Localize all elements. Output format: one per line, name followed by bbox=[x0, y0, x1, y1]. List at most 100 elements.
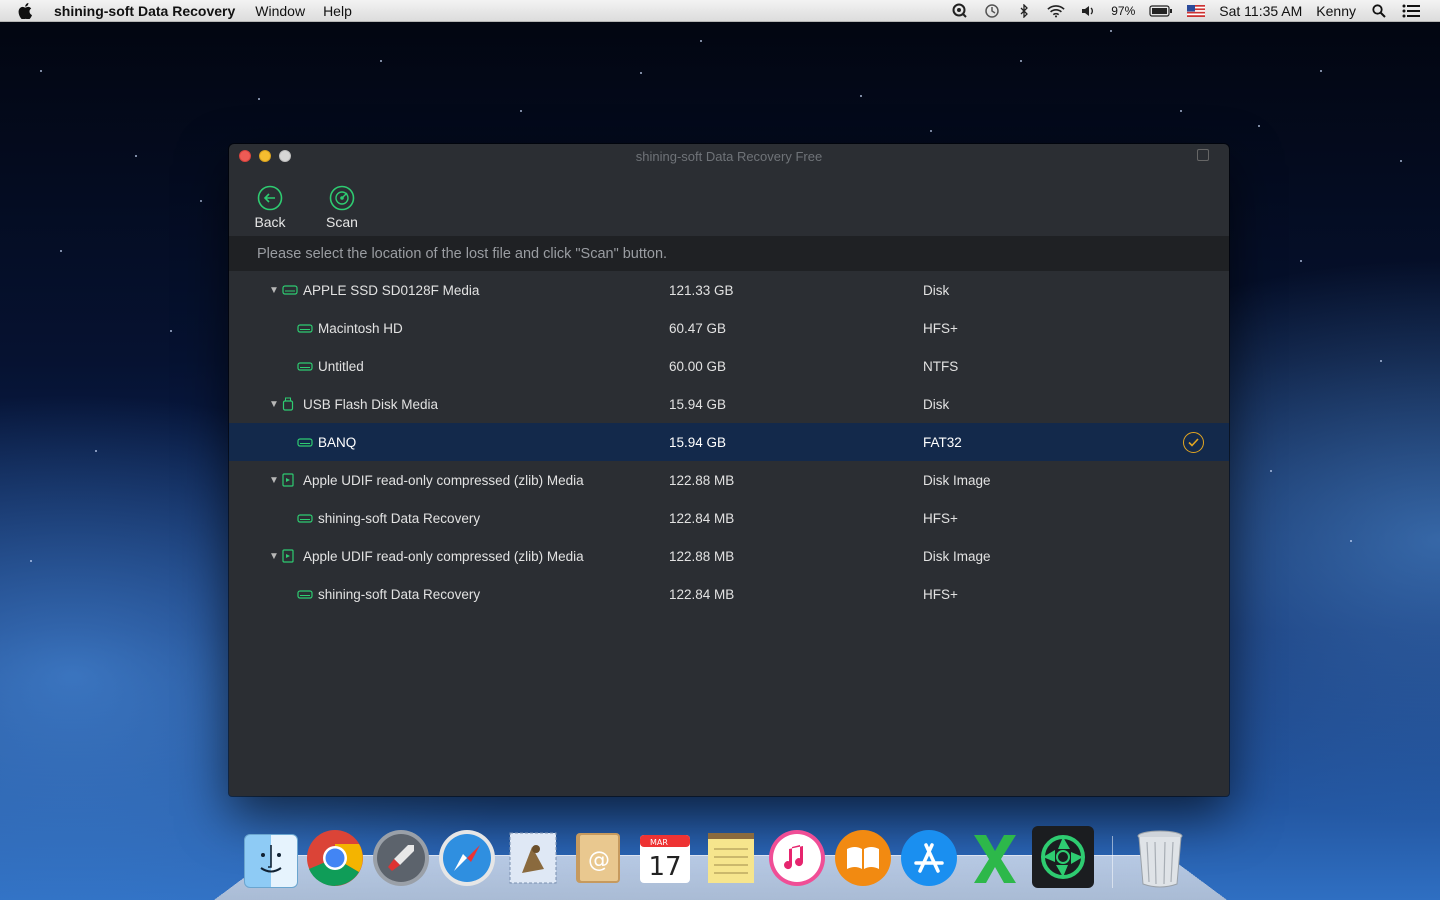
notes-icon[interactable] bbox=[702, 828, 760, 888]
device-type: Disk Image bbox=[923, 472, 991, 488]
battery-icon[interactable] bbox=[1149, 4, 1173, 18]
disclosure-triangle-icon[interactable]: ▼ bbox=[269, 285, 279, 296]
window-title: shining-soft Data Recovery Free bbox=[635, 148, 823, 164]
device-name-cell: ▼ Apple UDIF read-only compressed (zlib) … bbox=[229, 549, 669, 564]
zoom-button[interactable] bbox=[279, 150, 291, 162]
scan-label: Scan bbox=[326, 214, 358, 230]
selected-check-icon[interactable] bbox=[1183, 432, 1204, 453]
minimize-button[interactable] bbox=[259, 150, 271, 162]
device-name: Macintosh HD bbox=[318, 320, 403, 336]
device-size: 60.47 GB bbox=[669, 320, 727, 336]
device-size: 122.84 MB bbox=[669, 586, 735, 602]
back-button[interactable]: Back bbox=[251, 185, 289, 230]
us-flag-icon[interactable] bbox=[1187, 4, 1206, 18]
trash-icon[interactable] bbox=[1131, 828, 1189, 888]
volume-icon bbox=[297, 360, 313, 372]
instruction-bar: Please select the location of the lost f… bbox=[229, 236, 1229, 271]
notification-center-icon[interactable] bbox=[1402, 4, 1420, 18]
device-row[interactable]: ▼ USB Flash Disk Media 15.94 GB Disk bbox=[229, 385, 1229, 423]
device-size: 122.88 MB bbox=[669, 548, 735, 564]
safari-icon[interactable] bbox=[438, 828, 496, 888]
device-row[interactable]: ▼ APPLE SSD SD0128F Media 121.33 GB Disk bbox=[229, 271, 1229, 309]
device-type: NTFS bbox=[923, 358, 959, 374]
device-name-cell: Untitled bbox=[229, 359, 669, 374]
internal-disk-icon bbox=[282, 284, 298, 296]
menu-clock[interactable]: Sat 11:35 AM bbox=[1219, 3, 1302, 19]
device-name-cell: shining-soft Data Recovery bbox=[229, 511, 669, 526]
volume-icon bbox=[297, 588, 313, 600]
menu-bar: shining-soft Data Recovery Window Help 9… bbox=[0, 0, 1440, 22]
device-size: 15.94 GB bbox=[669, 396, 727, 412]
excel-icon[interactable] bbox=[966, 828, 1024, 888]
window-controls bbox=[239, 150, 291, 162]
disk-image-icon bbox=[282, 549, 298, 563]
calendar-icon[interactable]: MAR 17 bbox=[636, 828, 694, 888]
disk-image-icon bbox=[282, 473, 298, 487]
device-type: Disk Image bbox=[923, 548, 991, 564]
device-name-cell: BANQ bbox=[229, 435, 669, 450]
device-name-cell: ▼ APPLE SSD SD0128F Media bbox=[229, 283, 669, 298]
disclosure-triangle-icon[interactable]: ▼ bbox=[269, 475, 279, 486]
device-size: 60.00 GB bbox=[669, 358, 727, 374]
device-row[interactable]: shining-soft Data Recovery 122.84 MB HFS+ bbox=[229, 499, 1229, 537]
disclosure-triangle-icon[interactable]: ▼ bbox=[269, 551, 279, 562]
scan-button[interactable]: Scan bbox=[323, 185, 361, 230]
device-name: USB Flash Disk Media bbox=[303, 396, 439, 412]
calendar-month: MAR bbox=[650, 838, 668, 847]
app-name-menu[interactable]: shining-soft Data Recovery bbox=[54, 3, 235, 19]
app-store-icon[interactable] bbox=[900, 828, 958, 888]
volume-icon[interactable] bbox=[1079, 4, 1097, 18]
fullscreen-button[interactable] bbox=[1197, 149, 1209, 161]
instruction-text: Please select the location of the lost f… bbox=[257, 245, 668, 262]
device-list: ▼ APPLE SSD SD0128F Media 121.33 GB Disk Mac… bbox=[229, 271, 1229, 613]
time-machine-icon[interactable] bbox=[983, 3, 1001, 18]
device-type: HFS+ bbox=[923, 320, 958, 336]
spotlight-search-icon[interactable] bbox=[1370, 3, 1388, 18]
contacts-icon[interactable]: @ bbox=[570, 828, 628, 888]
launchpad-icon[interactable] bbox=[372, 828, 430, 888]
disclosure-triangle-icon[interactable]: ▼ bbox=[269, 399, 279, 410]
window-menu[interactable]: Window bbox=[255, 3, 305, 19]
device-row[interactable]: ▼ Apple UDIF read-only compressed (zlib) … bbox=[229, 537, 1229, 575]
bluetooth-icon[interactable] bbox=[1015, 3, 1033, 18]
apple-menu-icon[interactable] bbox=[18, 2, 40, 19]
device-name: Apple UDIF read-only compressed (zlib) M… bbox=[303, 472, 584, 488]
device-size: 122.84 MB bbox=[669, 510, 735, 526]
help-menu[interactable]: Help bbox=[323, 3, 352, 19]
device-size: 121.33 GB bbox=[669, 282, 734, 298]
chrome-icon[interactable] bbox=[306, 828, 364, 888]
device-row[interactable]: Untitled 60.00 GB NTFS bbox=[229, 347, 1229, 385]
data-recovery-icon[interactable] bbox=[1032, 826, 1094, 888]
finder-icon[interactable] bbox=[244, 834, 298, 888]
user-name[interactable]: Kenny bbox=[1316, 3, 1356, 19]
ibooks-icon[interactable] bbox=[834, 828, 892, 888]
device-name-cell: shining-soft Data Recovery bbox=[229, 587, 669, 602]
device-row[interactable]: shining-soft Data Recovery 122.84 MB HFS+ bbox=[229, 575, 1229, 613]
mail-icon[interactable] bbox=[504, 828, 562, 888]
device-type: Disk bbox=[923, 282, 950, 298]
device-size: 15.94 GB bbox=[669, 434, 727, 450]
spotlight-alt-icon[interactable] bbox=[951, 3, 969, 18]
itunes-icon[interactable] bbox=[768, 828, 826, 888]
calendar-day: 17 bbox=[648, 852, 681, 882]
dock-separator bbox=[1112, 836, 1113, 888]
device-type: HFS+ bbox=[923, 586, 958, 602]
device-row[interactable]: ▼ Apple UDIF read-only compressed (zlib) … bbox=[229, 461, 1229, 499]
device-name: Apple UDIF read-only compressed (zlib) M… bbox=[303, 548, 584, 564]
back-label: Back bbox=[254, 214, 286, 230]
close-button[interactable] bbox=[239, 150, 251, 162]
wifi-icon[interactable] bbox=[1047, 4, 1065, 18]
device-row[interactable]: Macintosh HD 60.47 GB HFS+ bbox=[229, 309, 1229, 347]
dock: @ MAR 17 bbox=[244, 818, 1189, 888]
toolbar: Back Scan bbox=[229, 168, 1229, 236]
device-name: Untitled bbox=[318, 358, 364, 374]
usb-drive-icon bbox=[282, 397, 298, 411]
device-name: BANQ bbox=[318, 434, 357, 450]
device-name: shining-soft Data Recovery bbox=[318, 510, 481, 526]
svg-text:@: @ bbox=[588, 848, 610, 873]
title-bar[interactable]: shining-soft Data Recovery Free bbox=[229, 144, 1229, 168]
scan-radar-icon bbox=[329, 185, 355, 211]
device-row[interactable]: BANQ 15.94 GB FAT32 bbox=[229, 423, 1229, 461]
volume-icon bbox=[297, 322, 313, 334]
device-name-cell: Macintosh HD bbox=[229, 321, 669, 336]
